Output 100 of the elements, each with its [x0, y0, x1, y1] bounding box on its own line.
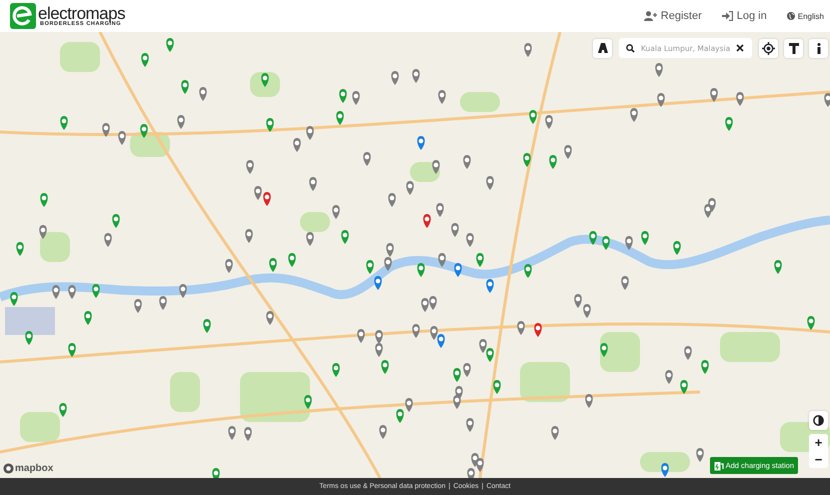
map-pin-icon[interactable]	[451, 223, 459, 237]
map-pin-icon[interactable]	[454, 263, 462, 277]
map-pin-icon[interactable]	[225, 259, 233, 273]
map-pin-icon[interactable]	[453, 368, 461, 382]
map-pin-icon[interactable]	[384, 257, 392, 271]
map-pin-icon[interactable]	[774, 260, 782, 274]
filter-button[interactable]	[784, 38, 803, 58]
map-pin-icon[interactable]	[388, 193, 396, 207]
map-pin-icon[interactable]	[655, 63, 663, 77]
map-pin-icon[interactable]	[375, 330, 383, 344]
map-pin-icon[interactable]	[336, 111, 344, 125]
map-pin-icon[interactable]	[159, 296, 167, 310]
map-pin-icon[interactable]	[339, 89, 347, 103]
map-pin-icon[interactable]	[423, 214, 431, 228]
map-pin-icon[interactable]	[16, 242, 24, 256]
map-pin-icon[interactable]	[529, 110, 537, 124]
map-pin-icon[interactable]	[417, 263, 425, 277]
close-icon[interactable]	[736, 44, 744, 52]
map-pin-icon[interactable]	[10, 292, 18, 306]
map-pin-icon[interactable]	[534, 323, 542, 337]
map-pin-icon[interactable]	[736, 92, 744, 106]
map-pin-icon[interactable]	[493, 380, 501, 394]
map-pin-icon[interactable]	[357, 329, 365, 343]
map-pin-icon[interactable]	[701, 360, 709, 374]
map-pin-icon[interactable]	[621, 276, 629, 290]
map-pin-icon[interactable]	[429, 296, 437, 310]
map-pin-icon[interactable]	[585, 394, 593, 408]
map-pin-icon[interactable]	[807, 316, 815, 330]
map-pin-icon[interactable]	[725, 117, 733, 131]
map-pin-icon[interactable]	[405, 398, 413, 412]
map-pin-icon[interactable]	[254, 186, 262, 200]
map-pin-icon[interactable]	[244, 427, 252, 441]
map-pin-icon[interactable]	[432, 160, 440, 174]
map-pin-icon[interactable]	[486, 348, 494, 362]
map-pin-icon[interactable]	[266, 118, 274, 132]
map-pin-icon[interactable]	[332, 205, 340, 219]
map-pin-icon[interactable]	[406, 181, 414, 195]
map-pin-icon[interactable]	[824, 93, 830, 107]
map-pin-icon[interactable]	[391, 71, 399, 85]
map-pin-icon[interactable]	[421, 298, 429, 312]
map-pin-icon[interactable]	[438, 253, 446, 267]
map-pin-icon[interactable]	[696, 448, 704, 462]
map-pin-icon[interactable]	[486, 279, 494, 293]
map-pin-icon[interactable]	[118, 131, 126, 145]
map-pin-icon[interactable]	[293, 138, 301, 152]
map-pin-icon[interactable]	[551, 426, 559, 440]
login-link[interactable]: Log in	[722, 10, 767, 22]
map-pin-icon[interactable]	[309, 177, 317, 191]
map-pin-icon[interactable]	[40, 193, 48, 207]
map-pin-icon[interactable]	[524, 43, 532, 57]
register-link[interactable]: Register	[644, 10, 702, 22]
map-pin-icon[interactable]	[84, 311, 92, 325]
map-pin-icon[interactable]	[466, 233, 474, 247]
map-pin-icon[interactable]	[657, 93, 665, 107]
map-pin-icon[interactable]	[261, 73, 269, 87]
map-pin-icon[interactable]	[396, 409, 404, 423]
map-pin-icon[interactable]	[549, 155, 557, 169]
map-pin-icon[interactable]	[436, 203, 444, 217]
map-pin-icon[interactable]	[661, 463, 669, 477]
map-pin-icon[interactable]	[517, 321, 525, 335]
map-pin-icon[interactable]	[476, 458, 484, 472]
map-pin-icon[interactable]	[381, 360, 389, 374]
map-pin-icon[interactable]	[263, 192, 271, 206]
map-pin-icon[interactable]	[479, 339, 487, 353]
info-button[interactable]	[809, 38, 828, 58]
contrast-button[interactable]	[809, 411, 828, 430]
map-pin-icon[interactable]	[102, 123, 110, 137]
map-pin-icon[interactable]	[306, 126, 314, 140]
map-pin-icon[interactable]	[181, 80, 189, 94]
map-pin-icon[interactable]	[68, 285, 76, 299]
map-pin-icon[interactable]	[352, 91, 360, 105]
map-pin-icon[interactable]	[266, 311, 274, 325]
map-pin-icon[interactable]	[104, 233, 112, 247]
map-pin-icon[interactable]	[269, 258, 277, 272]
map-pin-icon[interactable]	[602, 236, 610, 250]
map-pin-icon[interactable]	[141, 53, 149, 67]
map-pin-icon[interactable]	[140, 124, 148, 138]
map-pin-icon[interactable]	[430, 326, 438, 340]
map-pin-icon[interactable]	[710, 88, 718, 102]
map-pin-icon[interactable]	[179, 284, 187, 298]
map-pin-icon[interactable]	[374, 276, 382, 290]
map-pin-icon[interactable]	[134, 299, 142, 313]
map-pin-icon[interactable]	[112, 214, 120, 228]
language-link[interactable]: English	[786, 12, 824, 20]
map-pin-icon[interactable]	[228, 426, 236, 440]
map-pin-icon[interactable]	[288, 253, 296, 267]
map-pin-icon[interactable]	[245, 229, 253, 243]
map-pin-icon[interactable]	[199, 87, 207, 101]
map-pin-icon[interactable]	[466, 418, 474, 432]
map-pin-icon[interactable]	[574, 294, 582, 308]
map-pin-icon[interactable]	[476, 253, 484, 267]
map-pin-icon[interactable]	[68, 343, 76, 357]
map-pin-icon[interactable]	[680, 380, 688, 394]
map-pin-icon[interactable]	[463, 363, 471, 377]
map-pin-icon[interactable]	[25, 331, 33, 345]
locate-button[interactable]	[759, 38, 778, 58]
map-pin-icon[interactable]	[379, 425, 387, 439]
map-pin-icon[interactable]	[417, 136, 425, 150]
map-pin-icon[interactable]	[386, 243, 394, 257]
map-pin-icon[interactable]	[39, 225, 47, 239]
